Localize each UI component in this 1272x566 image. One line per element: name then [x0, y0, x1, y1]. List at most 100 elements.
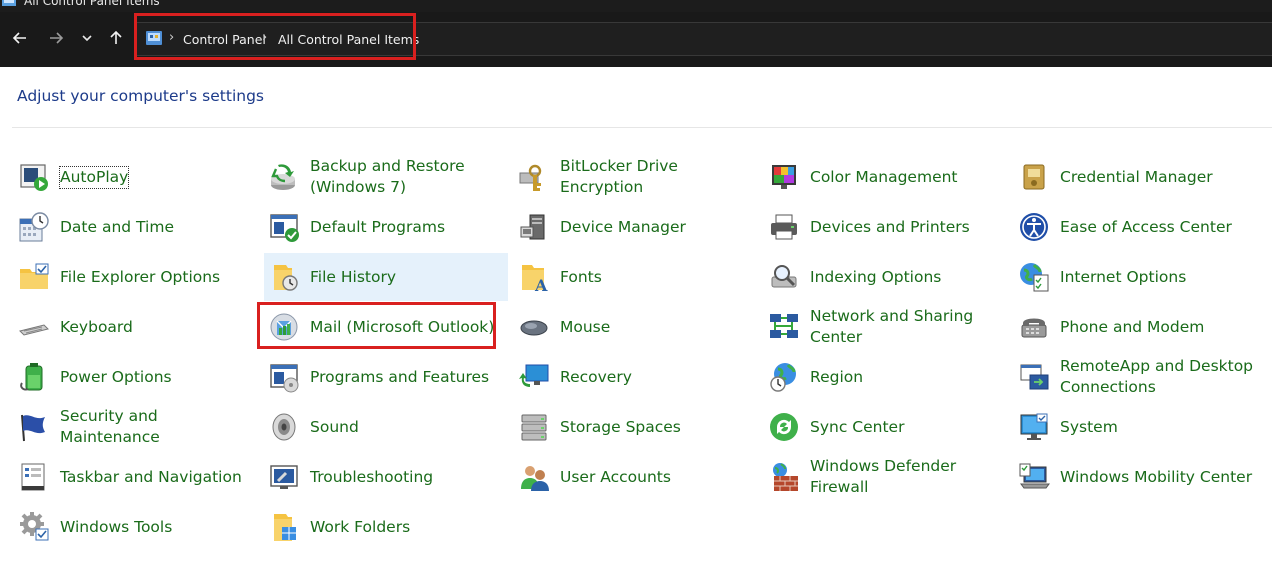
item-remoteapp[interactable]: RemoteApp and Desktop Connections — [1014, 353, 1258, 401]
item-keyboard[interactable]: Keyboard — [14, 303, 258, 351]
bitlocker-icon — [519, 164, 542, 191]
item-power-options[interactable]: Power Options — [14, 353, 258, 401]
item-fonts[interactable]: A Fonts — [514, 253, 758, 301]
item-file-history[interactable]: File History — [264, 253, 508, 301]
item-label: Phone and Modem — [1060, 317, 1205, 336]
item-label: Sync Center — [810, 417, 905, 436]
item-programs-features[interactable]: Programs and Features — [264, 353, 508, 401]
item-label: Programs and Features — [310, 367, 490, 386]
item-ease-of-access[interactable]: Ease of Access Center — [1014, 203, 1258, 251]
back-arrow-icon — [12, 32, 26, 44]
mail-icon — [270, 313, 298, 341]
svg-text:A: A — [534, 276, 548, 293]
item-default-programs[interactable]: Default Programs — [264, 203, 508, 251]
mobility-center-icon — [1019, 463, 1050, 489]
item-label: Indexing Options — [810, 267, 942, 286]
item-mail-outlook[interactable]: Mail (Microsoft Outlook) — [264, 303, 508, 351]
sync-center-icon — [770, 413, 798, 441]
default-programs-icon — [270, 214, 299, 242]
item-label: Mouse — [560, 317, 611, 336]
item-mobility-center[interactable]: Windows Mobility Center — [1014, 453, 1258, 501]
backup-restore-icon — [271, 164, 295, 190]
item-windows-tools[interactable]: Windows Tools — [14, 503, 258, 551]
back-button[interactable] — [9, 26, 31, 50]
item-autoplay[interactable]: AutoPlay — [14, 153, 258, 201]
item-label: Windows Defender Firewall — [810, 457, 957, 496]
recent-locations-button[interactable] — [76, 26, 98, 50]
item-label: File History — [310, 267, 397, 286]
power-options-icon — [20, 363, 43, 391]
credential-manager-icon — [1023, 164, 1045, 190]
item-date-time[interactable]: Date and Time — [14, 203, 258, 251]
breadcrumb-control-panel[interactable]: Control Panel — [183, 32, 266, 47]
item-label: Default Programs — [310, 217, 446, 236]
item-work-folders[interactable]: Work Folders — [264, 503, 508, 551]
page-heading: Adjust your computer's settings — [17, 87, 264, 105]
item-label: Internet Options — [1060, 267, 1187, 286]
item-device-manager[interactable]: Device Manager — [514, 203, 758, 251]
item-phone-modem[interactable]: Phone and Modem — [1014, 303, 1258, 351]
item-indexing-options[interactable]: Indexing Options — [764, 253, 1008, 301]
item-label: Backup and Restore (Windows 7) — [310, 157, 465, 196]
item-label: BitLocker Drive Encryption — [560, 157, 678, 196]
date-time-icon — [19, 212, 49, 242]
item-label: Network and Sharing Center — [810, 307, 974, 346]
control-panel-icon — [146, 31, 162, 45]
item-troubleshooting[interactable]: Troubleshooting — [264, 453, 508, 501]
item-label: Work Folders — [310, 517, 411, 536]
up-button[interactable] — [105, 26, 127, 50]
item-color-management[interactable]: Color Management — [764, 153, 1008, 201]
item-label: Color Management — [810, 167, 958, 186]
item-sound[interactable]: Sound — [264, 403, 508, 451]
item-bitlocker[interactable]: BitLocker Drive Encryption — [514, 153, 758, 201]
item-label: System — [1060, 417, 1118, 436]
item-internet-options[interactable]: Internet Options — [1014, 253, 1258, 301]
windows-tools-icon — [20, 512, 49, 541]
item-label: Power Options — [60, 367, 172, 386]
divider — [12, 127, 1272, 128]
item-label: Keyboard — [60, 317, 133, 336]
title-bar: All Control Panel Items — [0, 0, 1272, 12]
item-network-sharing[interactable]: Network and Sharing Center — [764, 303, 1008, 351]
item-label: Troubleshooting — [310, 467, 434, 486]
window-title: All Control Panel Items — [24, 0, 160, 8]
internet-options-icon — [1020, 263, 1049, 292]
keyboard-icon — [19, 324, 49, 336]
item-label: Windows Tools — [60, 517, 173, 536]
item-label: File Explorer Options — [60, 267, 221, 286]
phone-modem-icon — [1021, 318, 1047, 338]
item-credential-manager[interactable]: Credential Manager — [1014, 153, 1258, 201]
item-label: Date and Time — [60, 217, 174, 236]
remoteapp-icon — [1020, 364, 1049, 390]
recovery-icon — [519, 364, 549, 387]
control-panel-icon — [2, 0, 16, 6]
forward-button[interactable] — [45, 26, 67, 50]
item-security-maintenance[interactable]: Security and Maintenance — [14, 403, 258, 451]
storage-spaces-icon — [521, 414, 547, 441]
item-label: RemoteApp and Desktop Connections — [1060, 357, 1254, 396]
item-label: Taskbar and Navigation — [60, 467, 242, 486]
item-backup-restore[interactable]: Backup and Restore (Windows 7) — [264, 153, 508, 201]
item-region[interactable]: Region — [764, 353, 1008, 401]
device-manager-icon — [520, 214, 545, 240]
item-taskbar-navigation[interactable]: Taskbar and Navigation — [14, 453, 258, 501]
item-devices-printers[interactable]: Devices and Printers — [764, 203, 1008, 251]
programs-features-icon — [270, 364, 299, 393]
item-recovery[interactable]: Recovery — [514, 353, 758, 401]
fonts-icon: A — [522, 265, 548, 293]
address-bar[interactable]: › Control Panel › All Control Panel Item… — [136, 22, 1272, 56]
item-file-explorer-options[interactable]: File Explorer Options — [14, 253, 258, 301]
item-label: Windows Mobility Center — [1060, 467, 1253, 486]
item-storage-spaces[interactable]: Storage Spaces — [514, 403, 758, 451]
item-defender-firewall[interactable]: Windows Defender Firewall — [764, 453, 1008, 501]
taskbar-icon — [21, 463, 45, 491]
item-label: Security and Maintenance — [60, 407, 160, 446]
mouse-icon — [520, 320, 548, 336]
item-sync-center[interactable]: Sync Center — [764, 403, 1008, 451]
item-mouse[interactable]: Mouse — [514, 303, 758, 351]
item-user-accounts[interactable]: User Accounts — [514, 453, 758, 501]
breadcrumb-all-items[interactable]: All Control Panel Items — [278, 32, 419, 47]
security-flag-icon — [21, 414, 45, 442]
item-system[interactable]: System — [1014, 403, 1258, 451]
item-label: Device Manager — [560, 217, 686, 236]
